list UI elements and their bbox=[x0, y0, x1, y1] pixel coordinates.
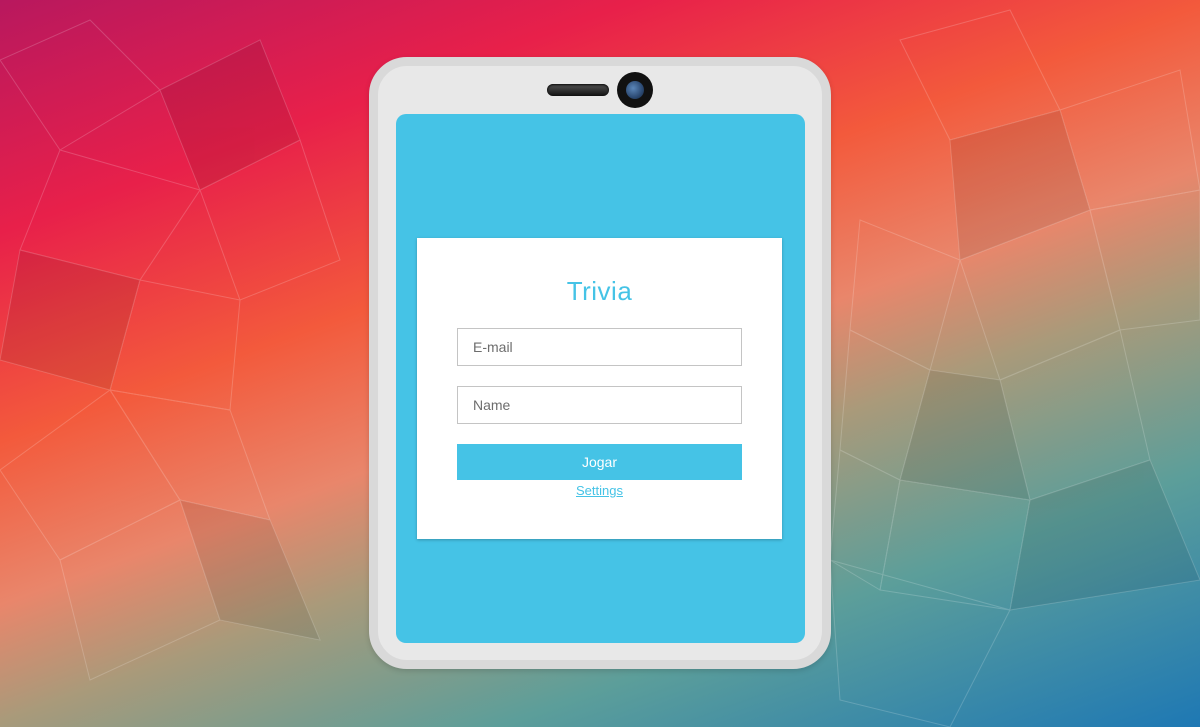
speaker-grille-icon bbox=[547, 84, 609, 96]
page-title: Trivia bbox=[566, 276, 633, 306]
settings-link[interactable]: Settings bbox=[417, 483, 782, 498]
email-field[interactable] bbox=[457, 328, 742, 366]
login-card: Trivia Jogar Settings bbox=[417, 238, 782, 539]
play-button[interactable]: Jogar bbox=[457, 444, 742, 480]
camera-icon bbox=[617, 72, 653, 108]
name-field[interactable] bbox=[457, 386, 742, 424]
device-screen: Trivia Jogar Settings bbox=[396, 114, 805, 643]
tablet-device-frame: Trivia Jogar Settings bbox=[369, 57, 831, 669]
camera-lens bbox=[626, 81, 644, 99]
